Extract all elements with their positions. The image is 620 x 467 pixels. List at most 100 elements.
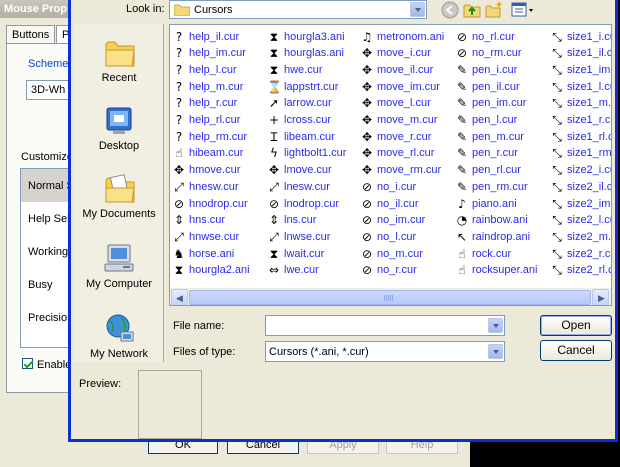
- place-recent[interactable]: Recent: [74, 36, 164, 84]
- file-item[interactable]: ☝ rocksuper.ani: [455, 262, 537, 279]
- file-item[interactable]: ✥ move_r.cur: [360, 128, 431, 145]
- file-item[interactable]: ⊘ no_rl.cur: [455, 28, 515, 45]
- file-item[interactable]: ϟ lightbolt1.cur: [267, 145, 346, 162]
- chevron-down-icon[interactable]: [488, 344, 503, 359]
- apply-button[interactable]: Apply: [307, 440, 379, 454]
- file-item[interactable]: ✎ pen_l.cur: [455, 112, 517, 129]
- file-item[interactable]: ⊘ no_r.cur: [360, 262, 417, 279]
- file-item[interactable]: ⧗ hwe.cur: [267, 61, 323, 78]
- view-menu-icon[interactable]: [511, 1, 535, 19]
- file-item[interactable]: ⤡ size1_il.cur: [550, 45, 611, 62]
- file-item[interactable]: ⤡ size1_rm.: [550, 145, 611, 162]
- file-item[interactable]: + lcross.cur: [267, 112, 331, 129]
- list-item[interactable]: Help Sel: [21, 202, 75, 235]
- file-item[interactable]: ⤡ size2_r.cur: [550, 245, 611, 262]
- file-item[interactable]: ⊘ lnodrop.cur: [267, 195, 339, 212]
- scroll-right-button[interactable]: ▶: [592, 289, 609, 305]
- file-item[interactable]: Ɪlibeam.cur: [267, 128, 335, 145]
- help-button[interactable]: Help: [386, 440, 458, 454]
- file-item[interactable]: ⤡ size2_rl.cur: [550, 262, 611, 279]
- file-item[interactable]: ? help_r.cur: [172, 95, 238, 112]
- new-folder-icon[interactable]: [485, 1, 503, 19]
- file-item[interactable]: ⤢ hnwse.cur: [172, 228, 239, 245]
- file-item[interactable]: ? help_l.cur: [172, 61, 237, 78]
- file-item[interactable]: ✎ pen_m.cur: [455, 128, 524, 145]
- file-item[interactable]: ✥ move_l.cur: [360, 95, 431, 112]
- place-my-computer[interactable]: My Computer: [74, 242, 164, 290]
- file-item[interactable]: ⤢ hnesw.cur: [172, 178, 238, 195]
- file-item[interactable]: ? help_il.cur: [172, 28, 239, 45]
- file-item[interactable]: ⤡ size2_im.: [550, 195, 611, 212]
- place-my-network[interactable]: My Network: [74, 312, 164, 360]
- file-item[interactable]: ✎ pen_il.cur: [455, 78, 520, 95]
- file-item[interactable]: ⧗ hourgla2.ani: [172, 262, 250, 279]
- file-item[interactable]: ⊘ no_i.cur: [360, 178, 416, 195]
- chevron-down-icon[interactable]: [488, 318, 503, 333]
- file-item[interactable]: ⧗ hourglas.ani: [267, 45, 344, 62]
- file-item[interactable]: ✥ move_rl.cur: [360, 145, 435, 162]
- file-item[interactable]: ⊘ no_im.cur: [360, 212, 425, 229]
- file-item[interactable]: ☝ hibeam.cur: [172, 145, 243, 162]
- file-item[interactable]: ⤡ size2_i.cur: [550, 162, 611, 179]
- horizontal-scrollbar[interactable]: ◀ ▶: [170, 288, 611, 305]
- file-name-input[interactable]: [265, 315, 505, 336]
- file-item[interactable]: ♫ metronom.ani: [360, 28, 445, 45]
- place-my-documents[interactable]: My Documents: [74, 172, 164, 220]
- file-item[interactable]: ? help_m.cur: [172, 78, 244, 95]
- list-item[interactable]: Busy: [21, 268, 75, 301]
- list-item[interactable]: Normal S: [21, 169, 75, 202]
- file-item[interactable]: ⤡ size2_m.c: [550, 228, 611, 245]
- file-item[interactable]: ? help_im.cur: [172, 45, 246, 62]
- file-item[interactable]: ⊘ hnodrop.cur: [172, 195, 248, 212]
- file-item[interactable]: ⌛ lappstrt.cur: [267, 78, 338, 95]
- file-item[interactable]: ⤡ size1_m.c: [550, 95, 611, 112]
- file-item[interactable]: ✥ move_m.cur: [360, 112, 438, 129]
- files-of-type-select[interactable]: Cursors (*.ani, *.cur): [265, 341, 505, 362]
- file-item[interactable]: ⤡ size1_l.cur: [550, 78, 611, 95]
- tab-buttons[interactable]: Buttons: [6, 25, 56, 44]
- place-desktop[interactable]: Desktop: [74, 104, 164, 152]
- file-item[interactable]: ✎ pen_rm.cur: [455, 178, 528, 195]
- file-item[interactable]: ⊘ no_rm.cur: [455, 45, 522, 62]
- file-item[interactable]: ☝ rock.cur: [455, 245, 511, 262]
- file-item[interactable]: ✥ lmove.cur: [267, 162, 332, 179]
- file-item[interactable]: ♞ horse.ani: [172, 245, 235, 262]
- file-item[interactable]: ⤢ lnesw.cur: [267, 178, 330, 195]
- file-item[interactable]: ⤡ size1_i.cur: [550, 28, 611, 45]
- cancel-button-bg[interactable]: Cancel: [227, 440, 299, 454]
- file-item[interactable]: ➚ larrow.cur: [267, 95, 332, 112]
- file-item[interactable]: ◔ rainbow.ani: [455, 212, 528, 229]
- list-item[interactable]: Working: [21, 235, 75, 268]
- file-item[interactable]: ✎ pen_i.cur: [455, 61, 517, 78]
- open-button[interactable]: Open: [540, 315, 612, 336]
- enable-shadow-checkbox[interactable]: Enable: [22, 358, 71, 371]
- scroll-left-button[interactable]: ◀: [171, 289, 188, 305]
- file-item[interactable]: ✎ pen_r.cur: [455, 145, 518, 162]
- file-item[interactable]: ⤢ lnwse.cur: [267, 228, 330, 245]
- file-item[interactable]: ✥ move_im.cur: [360, 78, 440, 95]
- ok-button[interactable]: OK: [148, 440, 218, 454]
- file-item[interactable]: ✎ pen_rl.cur: [455, 162, 521, 179]
- file-item[interactable]: ⤡ size1_rl.cur: [550, 128, 611, 145]
- back-icon[interactable]: [441, 1, 459, 19]
- up-folder-icon[interactable]: [463, 1, 481, 19]
- file-item[interactable]: ⊘ no_l.cur: [360, 228, 416, 245]
- file-item[interactable]: ⤡ size1_r.cur: [550, 112, 611, 129]
- file-item[interactable]: ⧗ lwait.cur: [267, 245, 325, 262]
- file-list[interactable]: ? help_il.cur? help_im.cur? help_l.cur? help…: [169, 24, 612, 306]
- file-item[interactable]: ⇕ hns.cur: [172, 212, 225, 229]
- file-item[interactable]: ⤡ size2_il.cur: [550, 178, 611, 195]
- cancel-button[interactable]: Cancel: [540, 340, 612, 361]
- scroll-thumb[interactable]: [189, 290, 591, 305]
- look-in-combo[interactable]: Cursors: [169, 0, 427, 19]
- file-item[interactable]: ↖ raindrop.ani: [455, 228, 530, 245]
- file-item[interactable]: ✎ pen_im.cur: [455, 95, 526, 112]
- file-item[interactable]: ? help_rl.cur: [172, 112, 241, 129]
- file-item[interactable]: ⤡ size1_im.: [550, 61, 611, 78]
- file-item[interactable]: ✥ hmove.cur: [172, 162, 240, 179]
- list-item[interactable]: Precision: [21, 301, 75, 334]
- file-item[interactable]: ⊘ no_m.cur: [360, 245, 423, 262]
- file-item[interactable]: ? help_rm.cur: [172, 128, 247, 145]
- file-item[interactable]: ⊘ no_il.cur: [360, 195, 419, 212]
- file-item[interactable]: ⇕ lns.cur: [267, 212, 316, 229]
